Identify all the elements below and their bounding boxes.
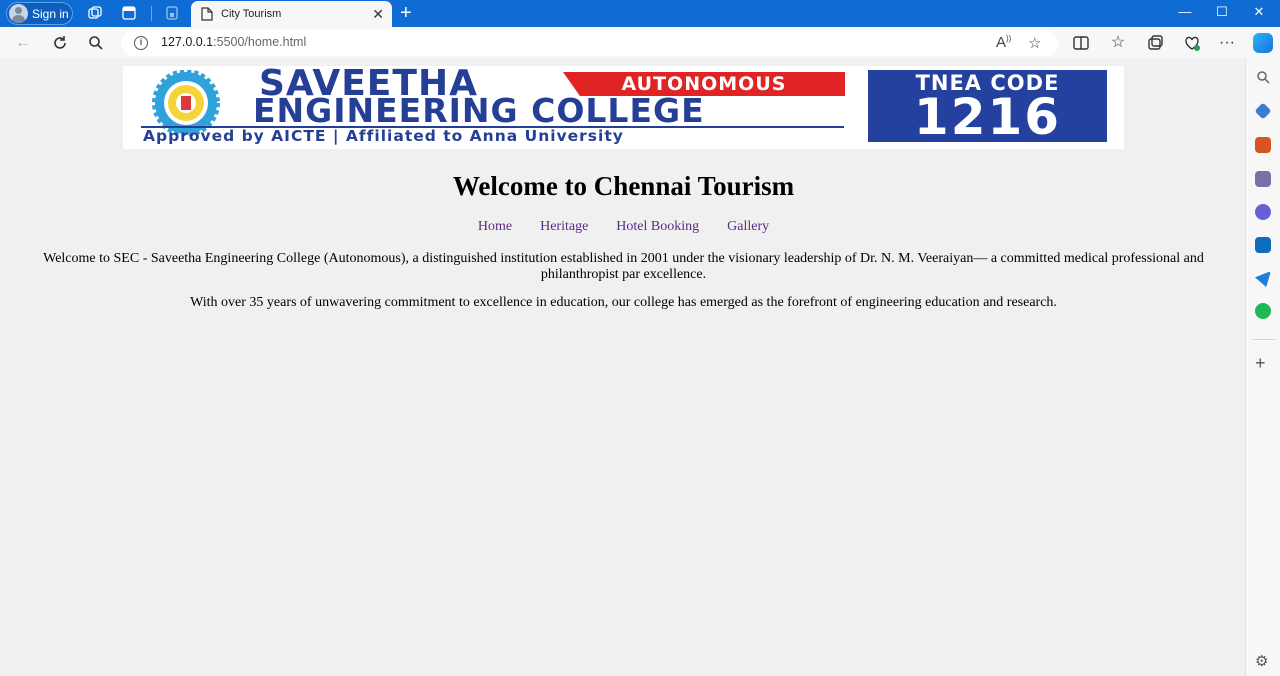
microsoft-365-icon[interactable] (1255, 204, 1271, 220)
close-window-icon[interactable]: ✕ (1244, 4, 1274, 20)
nav-link-home[interactable]: Home (478, 219, 512, 235)
new-tab-button[interactable]: + (400, 2, 412, 24)
tab-separator (151, 6, 152, 21)
shopping-tag-icon[interactable] (1254, 102, 1272, 120)
sidebar-divider (1252, 339, 1276, 340)
sidebar-search-icon[interactable] (1255, 69, 1271, 85)
commitment-paragraph: With over 35 years of unwavering commitm… (190, 295, 1057, 310)
nav-link-hotel-booking[interactable]: Hotel Booking (616, 219, 699, 235)
page-title: Welcome to Chennai Tourism (452, 171, 795, 201)
page-viewport: SAVEETHA AUTONOMOUS ENGINEERING COLLEGE … (3, 58, 1244, 676)
sidebar-settings-icon[interactable]: ⚙ (1255, 652, 1268, 670)
site-nav: Home Heritage Hotel Booking Gallery (3, 219, 1244, 235)
edge-sidebar: + ⚙ (1245, 58, 1280, 676)
nav-link-heritage[interactable]: Heritage (540, 219, 588, 235)
games-icon[interactable] (1255, 171, 1271, 187)
sign-in-label: Sign in (32, 6, 69, 21)
more-options-icon[interactable]: ··· (1217, 33, 1237, 53)
nav-link-gallery[interactable]: Gallery (727, 219, 769, 235)
favorites-icon[interactable]: ☆ (1108, 33, 1128, 53)
intro-paragraph: Welcome to SEC - Saveetha Engineering Co… (43, 251, 1204, 282)
tab-actions-icon[interactable] (121, 5, 137, 21)
tools-briefcase-icon[interactable] (1255, 137, 1271, 153)
navigation-bar: ← i 127.0.0.1:5500/home.html A)) ☆ ☆ ··· (0, 27, 1280, 58)
read-aloud-icon[interactable]: A)) (996, 34, 1011, 51)
pinned-tab-icon[interactable] (164, 5, 180, 21)
url-text[interactable]: 127.0.0.1:5500/home.html (161, 35, 306, 49)
active-tab[interactable]: City Tourism ✕ (191, 1, 392, 27)
spotify-icon[interactable] (1255, 303, 1271, 319)
send-drop-icon[interactable] (1255, 271, 1271, 287)
back-icon[interactable]: ← (13, 33, 33, 53)
collections-icon[interactable] (1145, 33, 1165, 53)
college-banner-image: SAVEETHA AUTONOMOUS ENGINEERING COLLEGE … (123, 66, 1124, 149)
tnea-code-box: TNEA CODE 1216 (868, 70, 1107, 142)
workspaces-icon[interactable] (87, 5, 103, 21)
profile-avatar-icon (9, 4, 28, 23)
copilot-icon[interactable] (1253, 33, 1273, 53)
outlook-icon[interactable] (1255, 237, 1271, 253)
favorite-star-icon[interactable]: ☆ (1028, 34, 1041, 52)
add-sidebar-app-icon[interactable]: + (1255, 354, 1266, 372)
tab-title: City Tourism (221, 8, 282, 20)
search-icon[interactable] (86, 33, 106, 53)
minimize-icon[interactable]: — (1170, 4, 1200, 19)
tnea-code-number: 1216 (913, 88, 1062, 146)
affiliation-tagline: Approved by AICTE | Affiliated to Anna U… (143, 127, 624, 145)
maximize-icon[interactable]: ☐ (1207, 4, 1237, 20)
browser-essentials-icon[interactable] (1182, 33, 1202, 53)
split-screen-icon[interactable] (1071, 33, 1091, 53)
sign-in-button[interactable]: Sign in (6, 2, 73, 25)
tab-strip: Sign in City Tourism ✕ + — ☐ ✕ (0, 0, 1280, 27)
page-icon (201, 7, 213, 21)
address-bar[interactable]: i 127.0.0.1:5500/home.html A)) ☆ (121, 30, 1058, 56)
close-tab-icon[interactable]: ✕ (372, 6, 384, 22)
refresh-icon[interactable] (50, 33, 70, 53)
site-info-icon[interactable]: i (134, 36, 148, 50)
college-name-line2: ENGINEERING COLLEGE (253, 91, 705, 130)
